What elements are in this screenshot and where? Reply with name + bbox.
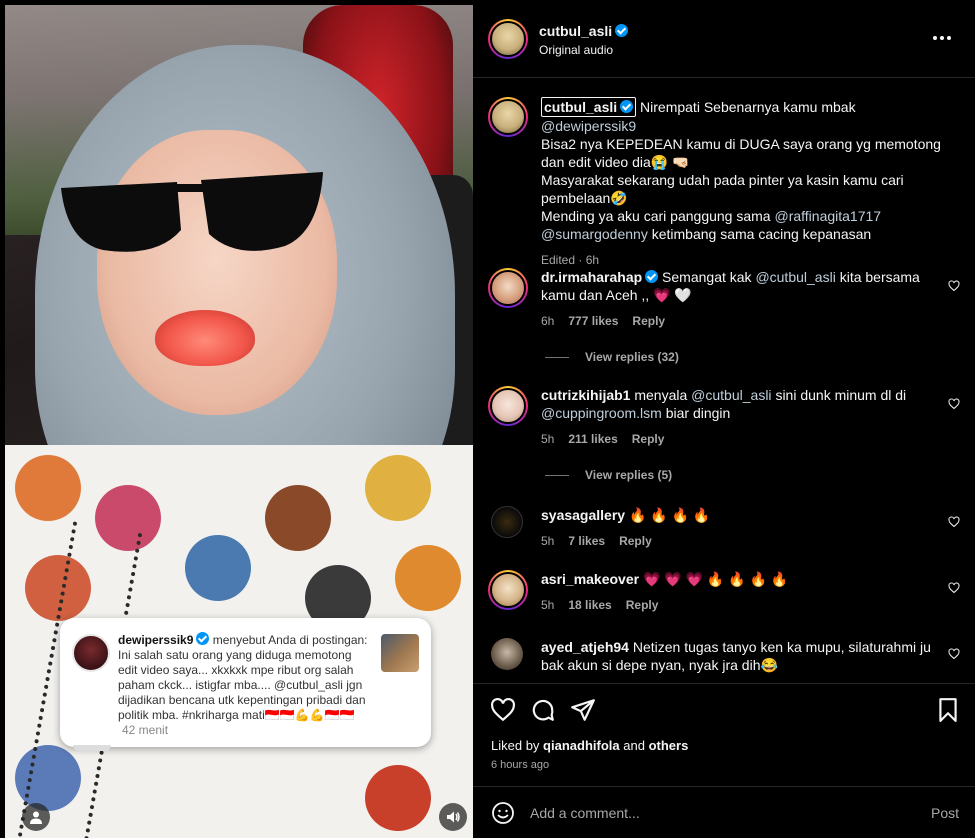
comment-username[interactable]: ayed_atjeh94 [541, 639, 629, 655]
more-horizontal-icon[interactable] [933, 28, 955, 48]
author-username[interactable]: cutbul_asli [539, 23, 629, 39]
mention-link[interactable]: @cutbul_asli [755, 269, 835, 285]
mention-link[interactable]: @dewiperssik9 [541, 118, 636, 134]
comment-text: sini dunk minum dl di [775, 387, 907, 403]
comment-text: 💗 💗 💗 🔥 🔥 🔥 🔥 [642, 571, 789, 587]
post-side-panel: cutbul_asli Original audio cutbul_asli N… [473, 0, 975, 838]
audio-label[interactable]: Original audio [539, 43, 613, 57]
mention-card-text: dewiperssik9 menyebut Anda di postingan:… [118, 632, 368, 738]
heart-icon[interactable] [948, 648, 960, 660]
post-time: 6 hours ago [491, 759, 550, 771]
heart-icon[interactable] [948, 516, 960, 528]
speaker-icon [447, 811, 460, 823]
caption-username[interactable]: cutbul_asli [544, 99, 617, 115]
caption-body: cutbul_asli Nirempati Sebenarnya kamu mb… [541, 97, 941, 269]
liked-by-others: others [648, 738, 689, 753]
verified-badge-icon [645, 270, 659, 283]
comment-text: 🔥 🔥 🔥 🔥 [628, 507, 711, 523]
comment-username[interactable]: asri_makeover [541, 571, 639, 587]
view-replies-button[interactable]: View replies (5) [545, 468, 672, 482]
caption-text: Bisa2 nya KEPEDEAN kamu di DUGA saya ora… [541, 136, 941, 170]
comment-likes[interactable]: 211 likes [568, 430, 617, 448]
comment-time: 6h [541, 314, 555, 328]
comment-likes[interactable]: 18 likes [568, 596, 611, 614]
mention-card-username: dewiperssik9 [118, 633, 194, 647]
comment-avatar[interactable] [488, 386, 528, 426]
mention-link[interactable]: @raffinagita1717 [774, 208, 881, 224]
mention-card-time: 42 menit [122, 723, 169, 737]
heart-icon[interactable] [948, 398, 960, 410]
reply-button[interactable]: Reply [632, 430, 665, 448]
comment-text: biar dingin [665, 405, 731, 421]
caption-text: Masyarakat sekarang udah pada pinter ya … [541, 172, 904, 206]
reel-video[interactable]: dewiperssik9 menyebut Anda di postingan:… [5, 5, 473, 838]
mention-card-avatar [72, 634, 110, 672]
view-replies-button[interactable]: View replies (32) [545, 350, 679, 364]
comment-time: 5h [541, 598, 555, 612]
mention-card-stack [73, 745, 111, 751]
liked-by[interactable]: Liked by qianadhifola and others [491, 738, 688, 753]
bookmark-icon[interactable] [935, 697, 961, 723]
mention-link[interactable]: @sumargodenny [541, 226, 648, 242]
heart-icon[interactable] [948, 280, 960, 292]
post-header: cutbul_asli Original audio [473, 0, 975, 78]
author-avatar[interactable] [488, 19, 528, 59]
verified-badge-icon [196, 632, 210, 645]
emoji-icon[interactable] [491, 801, 515, 825]
comment-input[interactable] [530, 801, 890, 825]
mention-link[interactable]: @cuppingroom.lsm [541, 405, 662, 421]
comment-likes[interactable]: 7 likes [568, 532, 605, 550]
comment-time: 5h [541, 534, 555, 548]
caption-text: Mending ya aku cari panggung sama [541, 208, 771, 224]
comment-avatar[interactable] [488, 570, 528, 610]
heart-icon[interactable] [490, 697, 516, 723]
comments-list[interactable]: cutbul_asli Nirempati Sebenarnya kamu mb… [473, 78, 975, 683]
caption-text: Nirempati Sebenarnya kamu mbak [640, 99, 856, 115]
comment-likes[interactable]: 777 likes [568, 312, 618, 330]
verified-badge-icon [620, 100, 634, 113]
comment-time: 5h [541, 432, 555, 446]
verified-badge-icon [615, 24, 629, 37]
comment-username[interactable]: cutrizkihijab1 [541, 387, 630, 403]
caption-meta: Edited · 6h [541, 253, 600, 267]
caption-text: ketimbang sama cacing kepanasan [651, 226, 872, 242]
comment-avatar[interactable] [491, 506, 523, 538]
comment-avatar[interactable] [488, 268, 528, 308]
story-mention-card[interactable]: dewiperssik9 menyebut Anda di postingan:… [60, 618, 431, 747]
comment-username[interactable]: syasagallery [541, 507, 625, 523]
comment-text: Semangat kak [662, 269, 752, 285]
user-tags-button[interactable] [22, 803, 50, 831]
video-sunglasses [61, 172, 323, 252]
caption-avatar[interactable] [488, 97, 528, 137]
heart-icon[interactable] [948, 582, 960, 594]
comment-username[interactable]: dr.irmaharahap [541, 269, 642, 285]
user-tag-icon [30, 811, 42, 824]
comment-text: menyala [634, 387, 688, 403]
liked-by-user: qianadhifola [543, 738, 620, 753]
video-subject-lips [155, 310, 255, 366]
comment-composer: Post [473, 786, 975, 838]
mention-link[interactable]: @cutbul_asli [691, 387, 771, 403]
mention-card-thumbnail [381, 634, 419, 672]
comment-icon[interactable] [530, 697, 556, 723]
reply-button[interactable]: Reply [619, 532, 652, 550]
post-button[interactable]: Post [931, 805, 959, 821]
reply-button[interactable]: Reply [632, 312, 665, 330]
sound-toggle-button[interactable] [439, 803, 467, 831]
comment-avatar[interactable] [491, 638, 523, 670]
share-icon[interactable] [570, 697, 596, 723]
reply-button[interactable]: Reply [626, 596, 659, 614]
post-actions: Liked by qianadhifola and others 6 hours… [473, 683, 975, 793]
